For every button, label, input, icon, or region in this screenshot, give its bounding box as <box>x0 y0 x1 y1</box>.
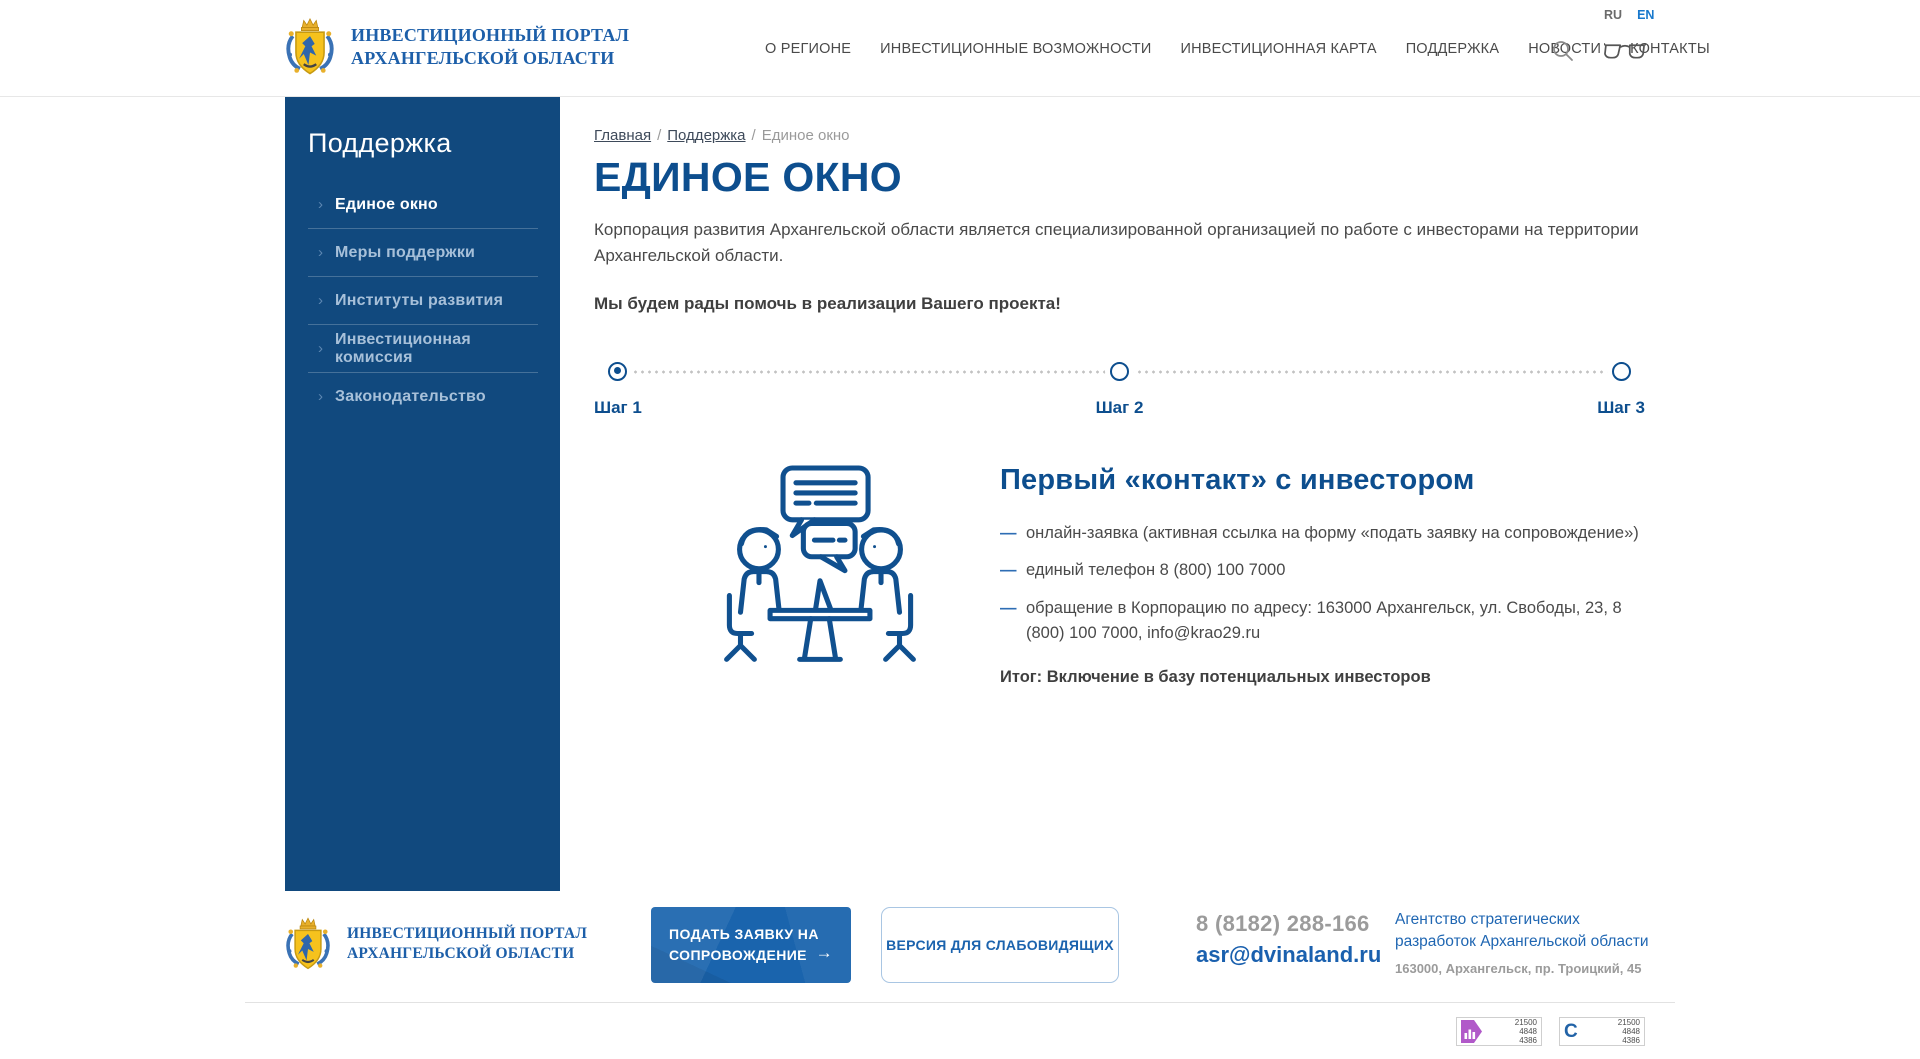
site-logo[interactable]: ИНВЕСТИЦИОННЫЙ ПОРТАЛ АРХАНГЕЛЬСКОЙ ОБЛА… <box>285 15 629 79</box>
accessibility-glasses-icon[interactable] <box>1604 42 1646 60</box>
sidebar-title: Поддержка <box>308 128 538 159</box>
chevron-right-icon: › <box>318 197 323 212</box>
sputnik-icon: C <box>1564 1021 1578 1043</box>
step-1-content: Первый «контакт» с инвестором — онлайн-з… <box>594 464 1645 687</box>
counter-values: 21500 4848 4386 <box>1515 1018 1537 1046</box>
bullet-dash-icon: — <box>1000 596 1017 621</box>
bullet-text: единый телефон 8 (800) 100 7000 <box>1026 561 1285 579</box>
counter-value: 4848 <box>1618 1027 1640 1036</box>
agency-link[interactable]: Агентство стратегических разработок Арха… <box>1395 909 1665 952</box>
sidebar-item-label: Меры поддержки <box>335 244 475 262</box>
sidebar-item-instituty-razvitiya[interactable]: › Институты развития <box>308 277 538 324</box>
sidebar-support: Поддержка › Единое окно › Меры поддержки… <box>285 97 560 891</box>
breadcrumb: Главная / Поддержка / Единое окно <box>594 97 1645 144</box>
bullet-item: — онлайн-заявка (активная ссылка на форм… <box>1000 521 1645 546</box>
sidebar-item-edinoe-okno[interactable]: › Единое окно <box>308 181 538 228</box>
footer-site-title: ИНВЕСТИЦИОННЫЙ ПОРТАЛ АРХАНГЕЛЬСКОЙ ОБЛА… <box>347 924 587 964</box>
sidebar-item-mery-podderzhki[interactable]: › Меры поддержки <box>308 229 538 276</box>
metrika-counter-badge[interactable]: 21500 4848 4386 <box>1456 1017 1542 1046</box>
search-icon[interactable] <box>1552 40 1574 62</box>
footer-email-link[interactable]: asr@dvinaland.ru <box>1196 942 1381 968</box>
breadcrumb-home[interactable]: Главная <box>594 127 651 144</box>
counter-value: 4386 <box>1515 1036 1537 1045</box>
footer-agency: Агентство стратегических разработок Арха… <box>1395 909 1665 976</box>
step-indicator: Шаг 1 Шаг 2 Шаг 3 <box>594 362 1645 426</box>
counter-value: 21500 <box>1515 1018 1537 1027</box>
counter-values: 21500 4848 4386 <box>1618 1018 1640 1046</box>
sidebar-item-zakonodatelstvo[interactable]: › Законодательство <box>308 373 538 420</box>
lang-en[interactable]: EN <box>1637 8 1654 22</box>
footer-phone: 8 (8182) 288-166 <box>1196 911 1381 937</box>
nav-item-support[interactable]: ПОДДЕРЖКА <box>1406 41 1500 57</box>
site-title-line2: АРХАНГЕЛЬСКОЙ ОБЛАСТИ <box>351 47 629 70</box>
sidebar-item-label: Единое окно <box>335 196 438 214</box>
step-3-label[interactable]: Шаг 3 <box>1597 398 1645 418</box>
step-3-circle[interactable] <box>1612 362 1631 381</box>
language-switcher: RU EN <box>1604 8 1654 22</box>
lang-ru[interactable]: RU <box>1604 8 1622 22</box>
footer-logo[interactable]: ИНВЕСТИЦИОННЫЙ ПОРТАЛ АРХАНГЕЛЬСКОЙ ОБЛА… <box>285 915 587 973</box>
lead-text: Мы будем рады помочь в реализации Вашего… <box>594 294 1645 314</box>
nav-item-map[interactable]: ИНВЕСТИЦИОННАЯ КАРТА <box>1180 41 1376 57</box>
chevron-right-icon: › <box>318 245 323 260</box>
visually-impaired-version-button[interactable]: ВЕРСИЯ ДЛЯ СЛАБОВИДЯЩИХ <box>881 907 1119 983</box>
step-1-heading: Первый «контакт» с инвестором <box>1000 464 1645 497</box>
step-2-label[interactable]: Шаг 2 <box>1096 398 1144 418</box>
sidebar-item-label: Инвестиционная комиссия <box>335 331 538 367</box>
coat-of-arms-icon <box>285 915 331 973</box>
bullet-item: — обращение в Корпорацию по адресу: 1630… <box>1000 596 1645 646</box>
sidebar-item-label: Институты развития <box>335 292 503 310</box>
step-2-circle[interactable] <box>1110 362 1129 381</box>
counter-value: 21500 <box>1618 1018 1640 1027</box>
chevron-right-icon: › <box>318 293 323 308</box>
header: ИНВЕСТИЦИОННЫЙ ПОРТАЛ АРХАНГЕЛЬСКОЙ ОБЛА… <box>0 0 1920 97</box>
chevron-right-icon: › <box>318 389 323 404</box>
step-1-text: Первый «контакт» с инвестором — онлайн-з… <box>1000 464 1645 687</box>
apply-for-support-button[interactable]: ПОДАТЬ ЗАЯВКУ НА СОПРОВОЖДЕНИЕ → <box>651 907 851 983</box>
sputnik-counter-badge[interactable]: C 21500 4848 4386 <box>1559 1017 1645 1046</box>
main-content: Главная / Поддержка / Единое окно ЕДИНОЕ ОКН… <box>594 97 1645 687</box>
footer-site-title-line1: ИНВЕСТИЦИОННЫЙ ПОРТАЛ <box>347 924 587 944</box>
chevron-right-icon: › <box>318 341 323 356</box>
breadcrumb-support[interactable]: Поддержка <box>667 127 745 144</box>
step-1-label[interactable]: Шаг 1 <box>594 398 642 418</box>
footer-contacts: 8 (8182) 288-166 asr@dvinaland.ru <box>1196 911 1381 968</box>
apply-button-label: ПОДАТЬ ЗАЯВКУ НА СОПРОВОЖДЕНИЕ <box>669 926 819 963</box>
footer-divider <box>245 1002 1675 1003</box>
footer: ИНВЕСТИЦИОННЫЙ ПОРТАЛ АРХАНГЕЛЬСКОЙ ОБЛА… <box>0 891 1920 1059</box>
bullet-text: онлайн-заявка (активная ссылка на форму … <box>1026 524 1639 542</box>
footer-site-title-line2: АРХАНГЕЛЬСКОЙ ОБЛАСТИ <box>347 944 587 964</box>
arrow-right-icon: → <box>816 940 833 966</box>
coat-of-arms-icon <box>285 15 335 79</box>
step-1-result: Итог: Включение в базу потенциальных инв… <box>1000 668 1645 687</box>
bullet-text: обращение в Корпорацию по адресу: 163000… <box>1026 599 1622 642</box>
counter-value: 4386 <box>1618 1036 1640 1045</box>
meeting-illustration-icon <box>722 464 918 668</box>
metrika-icon <box>1461 1020 1482 1043</box>
nav-item-region[interactable]: О РЕГИОНЕ <box>765 41 851 57</box>
bullet-dash-icon: — <box>1000 558 1017 583</box>
breadcrumb-current: Единое окно <box>762 127 850 144</box>
sidebar-item-invest-komissiya[interactable]: › Инвестиционная комиссия <box>308 325 538 372</box>
site-title: ИНВЕСТИЦИОННЫЙ ПОРТАЛ АРХАНГЕЛЬСКОЙ ОБЛА… <box>351 24 629 70</box>
page-title: ЕДИНОЕ ОКНО <box>594 154 1645 201</box>
page: ИНВЕСТИЦИОННЫЙ ПОРТАЛ АРХАНГЕЛЬСКОЙ ОБЛА… <box>0 0 1920 1059</box>
site-title-line1: ИНВЕСТИЦИОННЫЙ ПОРТАЛ <box>351 24 629 47</box>
visually-impaired-label: ВЕРСИЯ ДЛЯ СЛАБОВИДЯЩИХ <box>886 937 1114 953</box>
intro-text: Корпорация развития Архангельской област… <box>594 217 1644 270</box>
bullet-dash-icon: — <box>1000 521 1017 546</box>
nav-item-opportunities[interactable]: ИНВЕСТИЦИОННЫЕ ВОЗМОЖНОСТИ <box>880 41 1151 57</box>
breadcrumb-separator: / <box>752 127 756 144</box>
footer-address: 163000, Архангельск, пр. Троицкий, 45 <box>1395 961 1665 976</box>
breadcrumb-separator: / <box>657 127 661 144</box>
sidebar-item-label: Законодательство <box>335 388 486 406</box>
bullet-item: — единый телефон 8 (800) 100 7000 <box>1000 558 1645 583</box>
step-1-bullets: — онлайн-заявка (активная ссылка на форм… <box>1000 521 1645 646</box>
counter-value: 4848 <box>1515 1027 1537 1036</box>
step-1-circle[interactable] <box>608 362 627 381</box>
visit-counters: 21500 4848 4386 C 21500 4848 4386 <box>1456 1017 1645 1046</box>
